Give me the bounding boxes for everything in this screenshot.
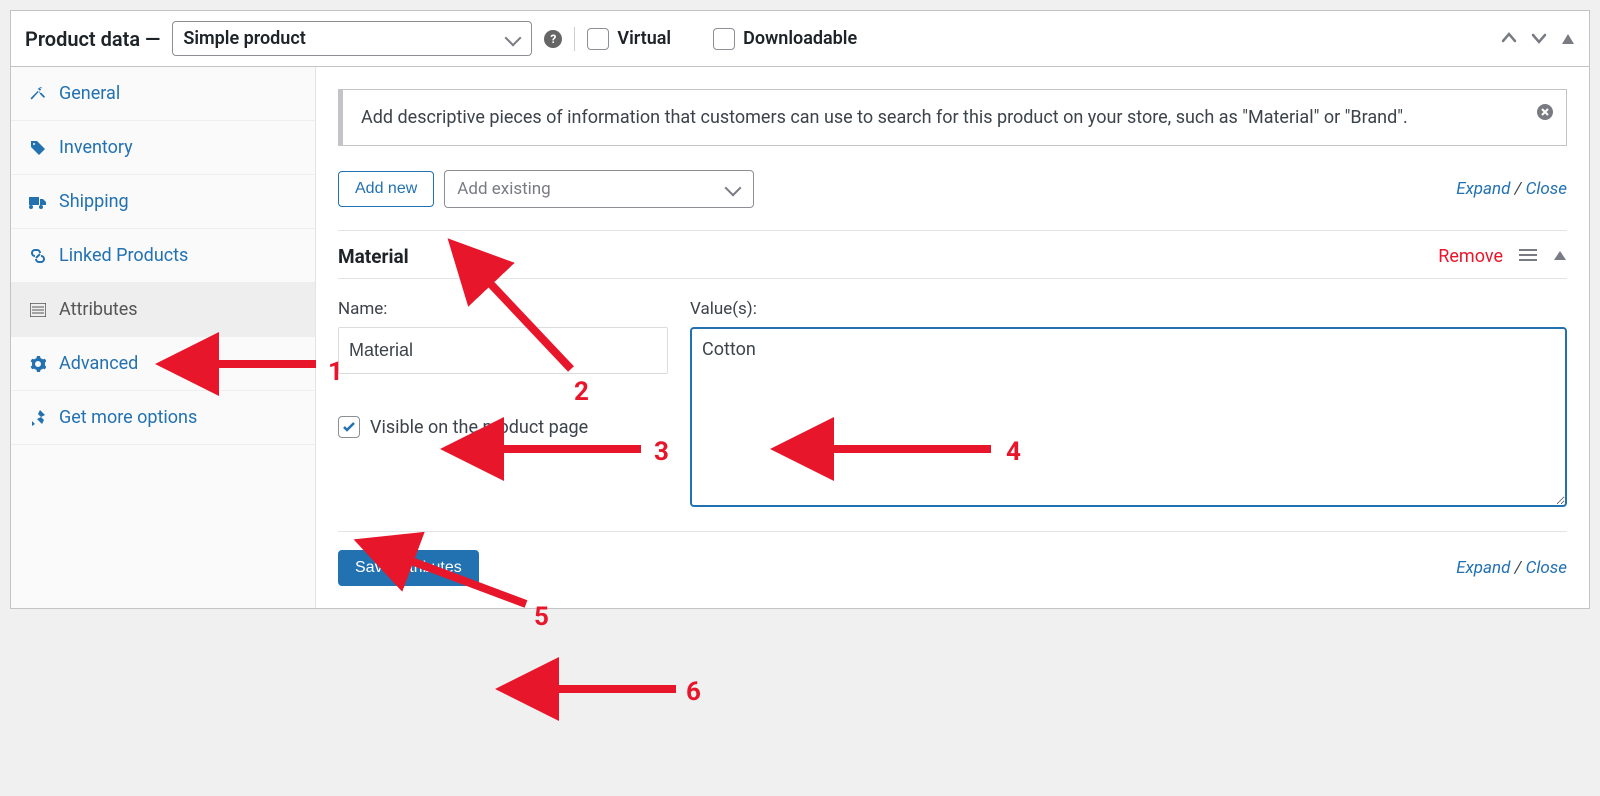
chevron-down-icon: [505, 34, 521, 44]
main-content: Add descriptive pieces of information th…: [316, 67, 1589, 608]
attribute-name-input[interactable]: [338, 327, 668, 374]
move-down-icon[interactable]: [1531, 27, 1547, 51]
close-link[interactable]: Close: [1526, 179, 1567, 199]
attribute-controls: Remove: [1438, 246, 1567, 267]
divider: [574, 27, 575, 51]
sidebar-label: Attributes: [59, 299, 138, 320]
sidebar-item-advanced[interactable]: Advanced: [11, 337, 315, 391]
panel-header: Product data — Simple product ? Virtual …: [11, 11, 1589, 67]
attribute-name-column: Name: Visible on the product page: [338, 299, 668, 438]
sidebar: General Inventory Shipping Linked Produc…: [11, 67, 316, 608]
attribute-body: Name: Visible on the product page Value(…: [338, 279, 1567, 531]
visible-checkbox[interactable]: [338, 416, 360, 438]
downloadable-checkbox-label[interactable]: Downloadable: [713, 28, 857, 50]
sidebar-item-more[interactable]: Get more options: [11, 391, 315, 445]
virtual-checkbox-label[interactable]: Virtual: [587, 28, 671, 50]
save-row: Save attributes Expand / Close: [338, 531, 1567, 586]
virtual-checkbox[interactable]: [587, 28, 609, 50]
add-existing-select[interactable]: Add existing: [444, 170, 754, 208]
notice-text: Add descriptive pieces of information th…: [361, 107, 1408, 128]
annotation-2: 2: [574, 377, 589, 407]
link-icon: [29, 247, 47, 265]
panel-body: General Inventory Shipping Linked Produc…: [11, 67, 1589, 608]
add-new-button[interactable]: Add new: [338, 171, 434, 207]
save-attributes-button[interactable]: Save attributes: [338, 550, 479, 586]
collapse-panel-icon[interactable]: [1561, 27, 1575, 51]
close-icon[interactable]: [1536, 102, 1554, 129]
plug-icon: [29, 409, 47, 427]
truck-icon: [29, 193, 47, 211]
name-label: Name:: [338, 299, 668, 319]
collapse-icon[interactable]: [1553, 249, 1567, 265]
header-controls: [1501, 27, 1575, 51]
sidebar-label: Linked Products: [59, 245, 188, 266]
annotation-3: 3: [654, 437, 669, 467]
product-type-select[interactable]: Simple product: [172, 21, 532, 56]
tag-icon: [29, 139, 47, 157]
virtual-label: Virtual: [617, 28, 671, 49]
sidebar-item-attributes[interactable]: Attributes: [11, 283, 315, 337]
expand-link[interactable]: Expand: [1456, 558, 1510, 578]
annotation-4: 4: [1006, 437, 1021, 467]
sidebar-label: General: [59, 83, 120, 104]
list-icon: [29, 301, 47, 319]
info-notice: Add descriptive pieces of information th…: [338, 89, 1567, 146]
attribute-toolbar: Add new Add existing Expand / Close: [338, 170, 1567, 208]
product-type-value: Simple product: [183, 28, 305, 49]
downloadable-checkbox[interactable]: [713, 28, 735, 50]
visible-label: Visible on the product page: [370, 417, 588, 438]
gear-icon: [29, 355, 47, 373]
attribute-title: Material: [338, 245, 409, 268]
expand-close-links: Expand / Close: [1456, 179, 1567, 199]
sidebar-item-inventory[interactable]: Inventory: [11, 121, 315, 175]
sidebar-label: Get more options: [59, 407, 197, 428]
sidebar-item-linked[interactable]: Linked Products: [11, 229, 315, 283]
downloadable-label: Downloadable: [743, 28, 857, 49]
attribute-values-column: Value(s):: [690, 299, 1567, 511]
remove-link[interactable]: Remove: [1438, 246, 1503, 267]
wrench-icon: [29, 85, 47, 103]
annotation-6: 6: [686, 677, 701, 707]
sidebar-item-shipping[interactable]: Shipping: [11, 175, 315, 229]
sidebar-label: Inventory: [59, 137, 133, 158]
drag-handle-icon[interactable]: [1519, 246, 1537, 267]
close-link[interactable]: Close: [1526, 558, 1567, 578]
move-up-icon[interactable]: [1501, 27, 1517, 51]
sidebar-label: Advanced: [59, 353, 138, 374]
add-existing-placeholder: Add existing: [457, 179, 550, 199]
attribute-section: Material Remove Name:: [338, 230, 1567, 586]
expand-link[interactable]: Expand: [1456, 179, 1510, 199]
chevron-down-icon: [725, 184, 741, 194]
attribute-header[interactable]: Material Remove: [338, 231, 1567, 279]
visible-checkbox-row[interactable]: Visible on the product page: [338, 416, 668, 438]
help-icon[interactable]: ?: [544, 30, 562, 48]
sidebar-item-general[interactable]: General: [11, 67, 315, 121]
annotation-5: 5: [534, 602, 549, 632]
values-label: Value(s):: [690, 299, 1567, 319]
attribute-values-input[interactable]: [690, 327, 1567, 507]
annotation-1: 1: [328, 357, 343, 387]
sidebar-label: Shipping: [59, 191, 129, 212]
panel-title: Product data —: [25, 27, 160, 51]
expand-close-links-bottom: Expand / Close: [1456, 558, 1567, 578]
product-data-panel: Product data — Simple product ? Virtual …: [10, 10, 1590, 609]
